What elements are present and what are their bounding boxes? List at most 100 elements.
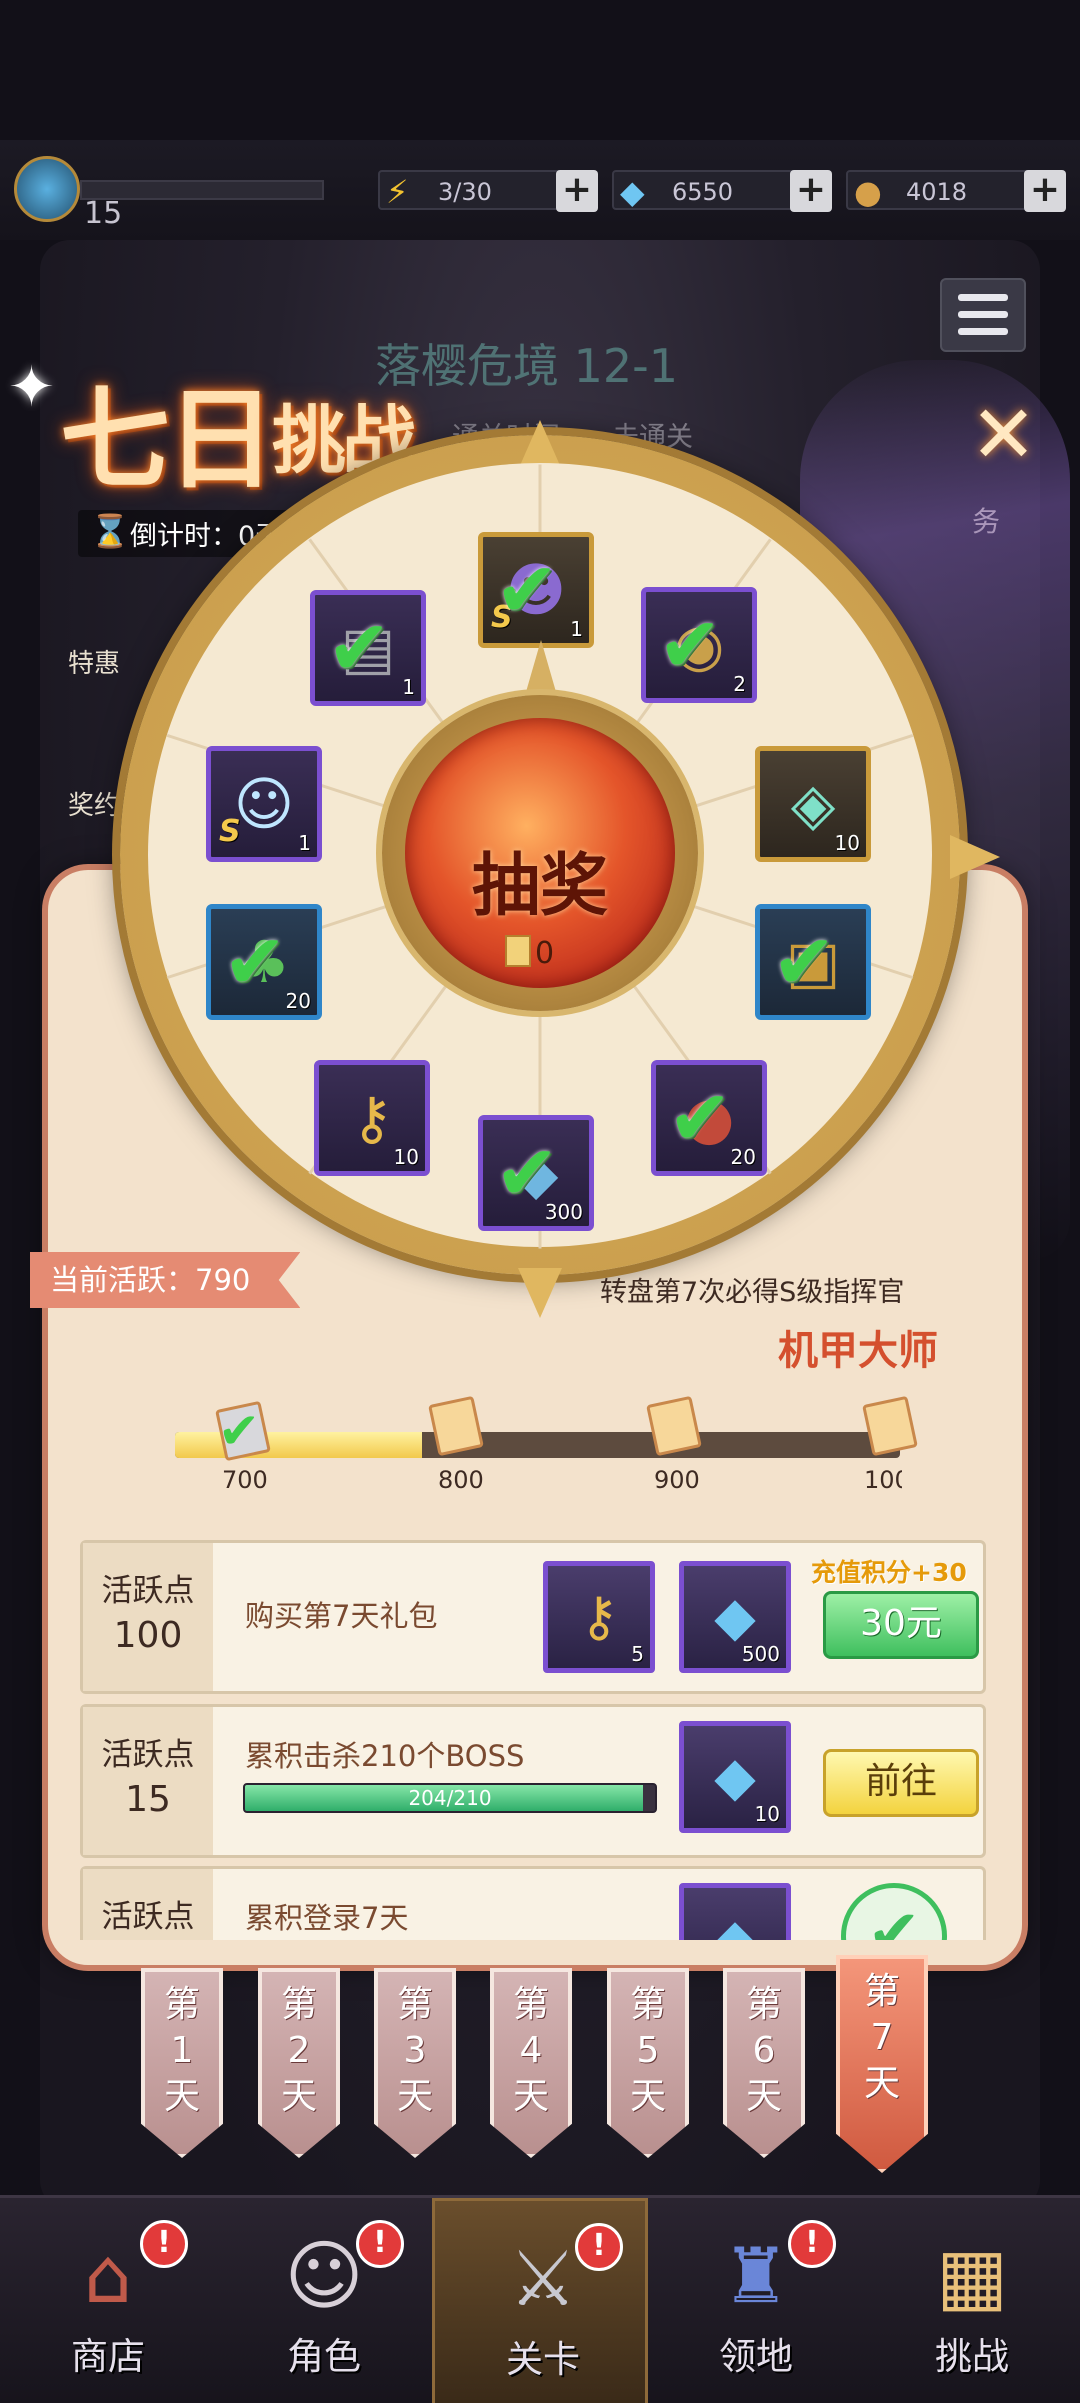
title-seven-days: 七日	[60, 375, 276, 504]
stage-title: 落樱危境 12-1	[375, 339, 679, 393]
day-tab-number: 6	[752, 2030, 776, 2071]
day-tab-7[interactable]: 第 7 天	[836, 1955, 928, 2173]
alert-badge: !	[788, 2220, 836, 2268]
task-points-label: 活跃点	[101, 1737, 195, 1773]
day-tab-4[interactable]: 第 4 天	[490, 1968, 572, 2158]
nav-stage[interactable]: ⚔ ! 关卡	[432, 2198, 648, 2403]
prize-slot: ▣ ✔	[755, 904, 871, 1020]
day-tab-number: 3	[403, 2030, 427, 2071]
nav-label: 挑战	[935, 2335, 1009, 2378]
day-tab-number: 4	[519, 2030, 543, 2071]
exp-bar	[80, 180, 324, 200]
reward-qty: 10	[754, 1802, 780, 1826]
coin-icon: ●	[854, 173, 882, 211]
prize-slot: ◆ ✔ 300	[478, 1115, 594, 1231]
add-energy-button[interactable]: +	[556, 170, 598, 212]
nav-shop[interactable]: ⌂ ! 商店	[0, 2198, 216, 2403]
alert-badge: !	[575, 2223, 623, 2271]
task-description: 购买第7天礼包	[245, 1599, 438, 1633]
side-button-reward[interactable]: 奖约	[68, 785, 120, 822]
activity-progress-bar	[175, 1432, 900, 1458]
golden-key-icon: ⚷	[579, 1585, 619, 1648]
day-tab-label: 天	[863, 2063, 900, 2104]
ticket-count: 0	[505, 935, 554, 971]
milestone-label: 1000	[864, 1466, 902, 1494]
blue-gem-icon: ◆	[714, 1907, 756, 1940]
prize-slot: ◈ 10	[755, 746, 871, 862]
reward-item: ◆ 500	[679, 1561, 791, 1673]
prize-slot: ◉ ✔ 2	[641, 587, 757, 703]
prize-slot: ● ✔ 20	[651, 1060, 767, 1176]
nav-label: 领地	[719, 2335, 793, 2378]
day-tab-label: 天	[512, 2076, 549, 2117]
day-tab-label: 天	[745, 2076, 782, 2117]
day-tab-label: 第	[280, 1984, 317, 2025]
day-tab-1[interactable]: 第 1 天	[141, 1968, 223, 2158]
nav-character[interactable]: ☺ ! 角色	[216, 2198, 432, 2403]
bottom-nav: ⌂ ! 商店 ☺ ! 角色 ⚔ ! 关卡 ♜ ! 领地 ▦ 挑战	[0, 2195, 1080, 2403]
day-tab-3[interactable]: 第 3 天	[374, 1968, 456, 2158]
player-level-emblem[interactable]	[14, 156, 80, 222]
nav-label: 关卡	[506, 2338, 580, 2381]
claimed-check-icon: ✔	[772, 917, 836, 1006]
add-coin-button[interactable]: +	[1024, 170, 1066, 212]
prize-qty: 10	[834, 831, 860, 855]
hourglass-icon: ⌛	[90, 512, 130, 550]
prize-slot: ☺ S 1	[206, 746, 322, 862]
coin-counter: ● 4018 +	[846, 170, 1066, 212]
nav-label: 角色	[287, 2335, 361, 2378]
claimed-check-icon: ✔	[495, 545, 559, 634]
nav-territory[interactable]: ♜ ! 领地	[648, 2198, 864, 2403]
sparkle-icon: ✦	[8, 355, 55, 420]
lightning-icon: ⚡	[386, 173, 409, 211]
task-list-clip: 活跃点 累积登录7天 ◆ ✔	[80, 1866, 986, 1940]
prize-slot: ▤ ✔ 1	[310, 590, 426, 706]
day-tab-number: 2	[287, 2030, 311, 2071]
alert-badge: !	[140, 2220, 188, 2268]
day-tab-label: 第	[629, 1984, 666, 2025]
side-button-special-offer[interactable]: 特惠	[68, 643, 120, 680]
milestone-label: 900	[654, 1466, 700, 1494]
wheel-bottom-spike	[518, 1268, 562, 1318]
menu-line-icon	[958, 328, 1008, 335]
task-points-label: 活跃点	[101, 1899, 195, 1935]
task-points-value: 15	[125, 1779, 171, 1820]
claimed-check-icon: ✔	[223, 917, 287, 1006]
gem-counter: ◆ 6550 +	[612, 170, 832, 212]
wheel-right-spike	[950, 835, 1000, 879]
nav-challenge[interactable]: ▦ 挑战	[864, 2198, 1080, 2403]
day-tab-5[interactable]: 第 5 天	[607, 1968, 689, 2158]
day-tab-label: 第	[745, 1984, 782, 2025]
day-tab-label: 天	[396, 2076, 433, 2117]
spin-label: 抽奖	[471, 846, 608, 926]
buy-pack-button[interactable]: 30元	[823, 1591, 979, 1659]
day-tab-label: 天	[629, 2076, 666, 2117]
energy-value: 3/30	[438, 178, 492, 206]
task-row: 活跃点 15 累积击杀210个BOSS 204/210 ◆ 10 前往	[80, 1704, 986, 1858]
add-gem-button[interactable]: +	[790, 170, 832, 212]
ticket-count-value: 0	[535, 936, 555, 971]
go-button[interactable]: 前往	[823, 1749, 979, 1817]
day-tab-2[interactable]: 第 2 天	[258, 1968, 340, 2158]
menu-list-button[interactable]	[940, 278, 1026, 352]
day-tab-number: 1	[170, 2030, 194, 2071]
task-points-label: 活跃点	[101, 1573, 195, 1609]
task-progress-bar: 204/210	[243, 1783, 657, 1813]
current-activity-tag: 当前活跃：790	[30, 1252, 301, 1308]
recharge-bonus: 充值积分+30	[811, 1558, 967, 1587]
claimed-check-icon: ✔	[218, 1402, 260, 1460]
prize-slot: ⚷ 10	[314, 1060, 430, 1176]
milestone-label: 700	[222, 1466, 268, 1494]
day-tab-number: 5	[636, 2030, 660, 2071]
ticket-icon	[505, 935, 531, 967]
nav-label: 商店	[71, 2335, 145, 2378]
day-tab-6[interactable]: 第 6 天	[723, 1968, 805, 2158]
close-icon[interactable]: ✕	[970, 395, 1037, 475]
task-progress-text: 204/210	[408, 1786, 492, 1810]
prize-qty: 300	[544, 1200, 583, 1224]
reward-qty: 500	[741, 1642, 780, 1666]
reward-item: ◆ 10	[679, 1721, 791, 1833]
s-rank-badge: S	[219, 814, 241, 849]
challenge-icon: ▦	[936, 2231, 1008, 2320]
guarantee-text: 转盘第7次必得S级指挥官	[600, 1277, 905, 1308]
